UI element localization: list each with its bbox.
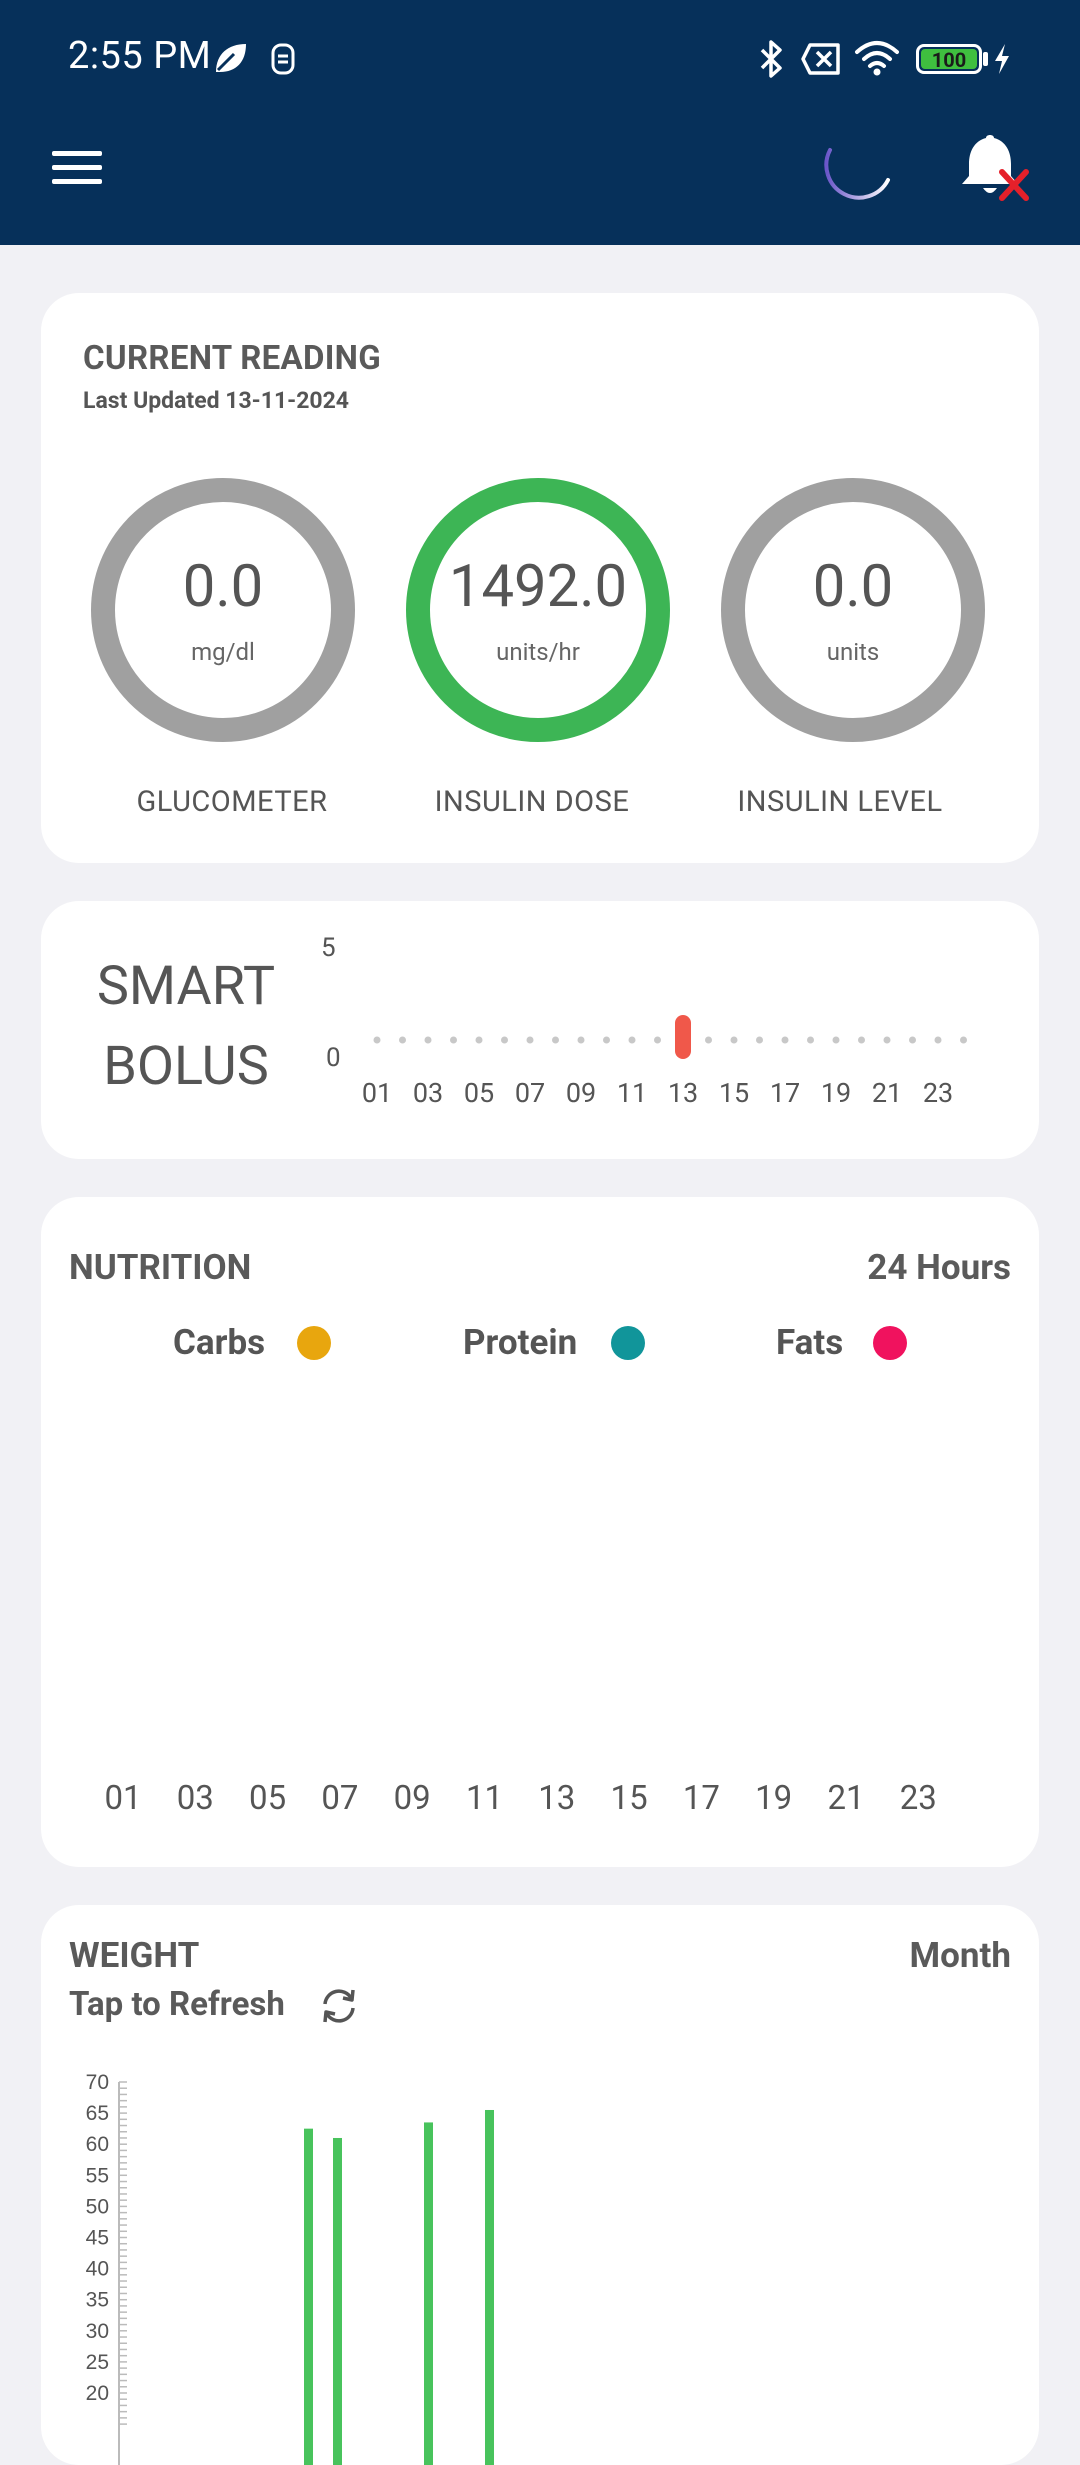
weight-bar (424, 2122, 433, 2465)
bolus-x-tick: 23 (922, 1077, 954, 1109)
bolus-point-04 (450, 1036, 457, 1044)
weight-y-tick-label: 55 (86, 2164, 109, 2187)
bolus-point-02 (399, 1036, 406, 1044)
bolus-point-08 (552, 1036, 559, 1044)
nutrition-x-tick: 17 (682, 1779, 720, 1818)
menu-icon[interactable] (52, 148, 102, 188)
bolus-bar-13 (675, 1015, 691, 1059)
app-bar: 2:55 PM 100 (0, 0, 1080, 245)
nutrition-x-tick: 15 (610, 1779, 648, 1818)
nutrition-title: NUTRITION (69, 1247, 252, 1288)
legend-protein-dot (611, 1326, 645, 1360)
weight-y-tick-label: 30 (86, 2320, 109, 2343)
smart-bolus-card[interactable]: SMART BOLUS 5 0 01 03 05 07 09 11 13 15 17 19 21 23 (41, 901, 1039, 1159)
weight-y-tick-label: 65 (86, 2102, 109, 2125)
notification-icon (271, 43, 295, 75)
bluetooth-icon (760, 40, 782, 78)
insulin-dose-value: 1492.0 (448, 553, 628, 621)
weight-card[interactable]: WEIGHT Month Tap to Refresh 70 65 60 55 50 45… (41, 1905, 1039, 2465)
bolus-point-03 (424, 1036, 432, 1044)
legend-fats-label: Fats (776, 1322, 844, 1363)
last-updated: Last Updated 13-11-2024 (83, 387, 349, 414)
bolus-point-01 (373, 1036, 381, 1044)
battery-icon: 100 (916, 44, 982, 74)
bolus-point-16 (756, 1036, 763, 1044)
bolus-point-17 (781, 1036, 789, 1044)
weight-y-tick-label: 35 (86, 2289, 109, 2312)
glucometer-label: GLUCOMETER (136, 785, 328, 819)
weight-y-tick-label: 20 (86, 2382, 109, 2405)
no-sim-icon (801, 43, 840, 75)
glucometer-unit: mg/dl (191, 638, 255, 666)
insulin-dose-label: INSULIN DOSE (434, 785, 630, 819)
bolus-point-20 (858, 1036, 865, 1044)
insulin-level-label: INSULIN LEVEL (737, 785, 943, 819)
battery-tip (983, 52, 988, 66)
nutrition-period-selector[interactable]: 24 Hours (867, 1247, 1011, 1288)
bolus-point-19 (832, 1036, 840, 1044)
battery-level: 100 (921, 49, 977, 71)
weight-bar (333, 2137, 342, 2465)
weight-y-tick-label: 25 (86, 2351, 109, 2374)
bolus-point-15 (730, 1036, 738, 1044)
nutrition-x-tick: 09 (393, 1779, 431, 1818)
bolus-point-22 (909, 1036, 916, 1044)
nutrition-x-tick: 21 (827, 1779, 865, 1818)
insulin-level-unit: units (826, 638, 880, 666)
bolus-point-21 (883, 1036, 891, 1044)
weight-y-tick-label: 70 (86, 2071, 109, 2094)
status-time: 2:55 PM (68, 34, 212, 78)
nutrition-x-tick: 01 (104, 1779, 142, 1818)
bolus-point-23 (934, 1036, 942, 1044)
legend-carbs-dot (297, 1326, 331, 1360)
weight-bar (304, 2128, 313, 2465)
bell-off-icon[interactable] (956, 132, 1030, 204)
legend-fats-dot (873, 1326, 907, 1360)
nutrition-x-tick: 19 (755, 1779, 793, 1818)
current-reading-card: CURRENT READING Last Updated 13-11-2024 … (41, 293, 1039, 863)
weight-y-tick-label: 50 (86, 2195, 109, 2218)
nutrition-x-tick: 03 (176, 1779, 214, 1818)
weight-bar (485, 2109, 494, 2465)
leaf-icon (216, 44, 246, 72)
bolus-point-06 (501, 1036, 508, 1044)
bolus-point-18 (807, 1036, 814, 1044)
nutrition-x-tick: 05 (249, 1779, 287, 1818)
legend-protein-label: Protein (463, 1322, 578, 1363)
nutrition-x-tick: 11 (465, 1779, 504, 1818)
weight-chart: 70 65 60 55 50 45 40 35 30 25 20 (86, 2071, 494, 2465)
insulin-level-value: 0.0 (812, 553, 894, 621)
smart-bolus-chart (373, 1015, 967, 1059)
glucometer-value: 0.0 (182, 553, 264, 621)
bolus-point-09 (577, 1036, 585, 1044)
bolus-point-05 (475, 1036, 483, 1044)
nutrition-x-tick: 07 (321, 1779, 359, 1818)
weight-y-tick-label: 60 (86, 2133, 109, 2156)
charging-icon (995, 44, 1009, 74)
bolus-point-24 (960, 1036, 967, 1044)
loading-spinner-icon (824, 148, 890, 200)
wifi-icon (855, 41, 899, 76)
bolus-point-14 (705, 1036, 712, 1044)
current-reading-title: CURRENT READING (83, 339, 382, 378)
nutrition-card[interactable]: NUTRITION 24 Hours Carbs Protein Fats 01… (41, 1197, 1039, 1867)
legend-carbs-label: Carbs (173, 1322, 266, 1363)
bolus-point-11 (628, 1036, 636, 1044)
insulin-dose-unit: units/hr (496, 638, 580, 666)
nutrition-x-tick: 13 (538, 1779, 576, 1818)
weight-y-tick-label: 40 (86, 2258, 109, 2281)
weight-y-tick-label: 45 (86, 2227, 109, 2250)
bolus-point-12 (654, 1036, 661, 1044)
bolus-point-07 (526, 1036, 534, 1044)
nutrition-x-tick: 23 (899, 1779, 937, 1818)
bolus-point-10 (603, 1036, 610, 1044)
